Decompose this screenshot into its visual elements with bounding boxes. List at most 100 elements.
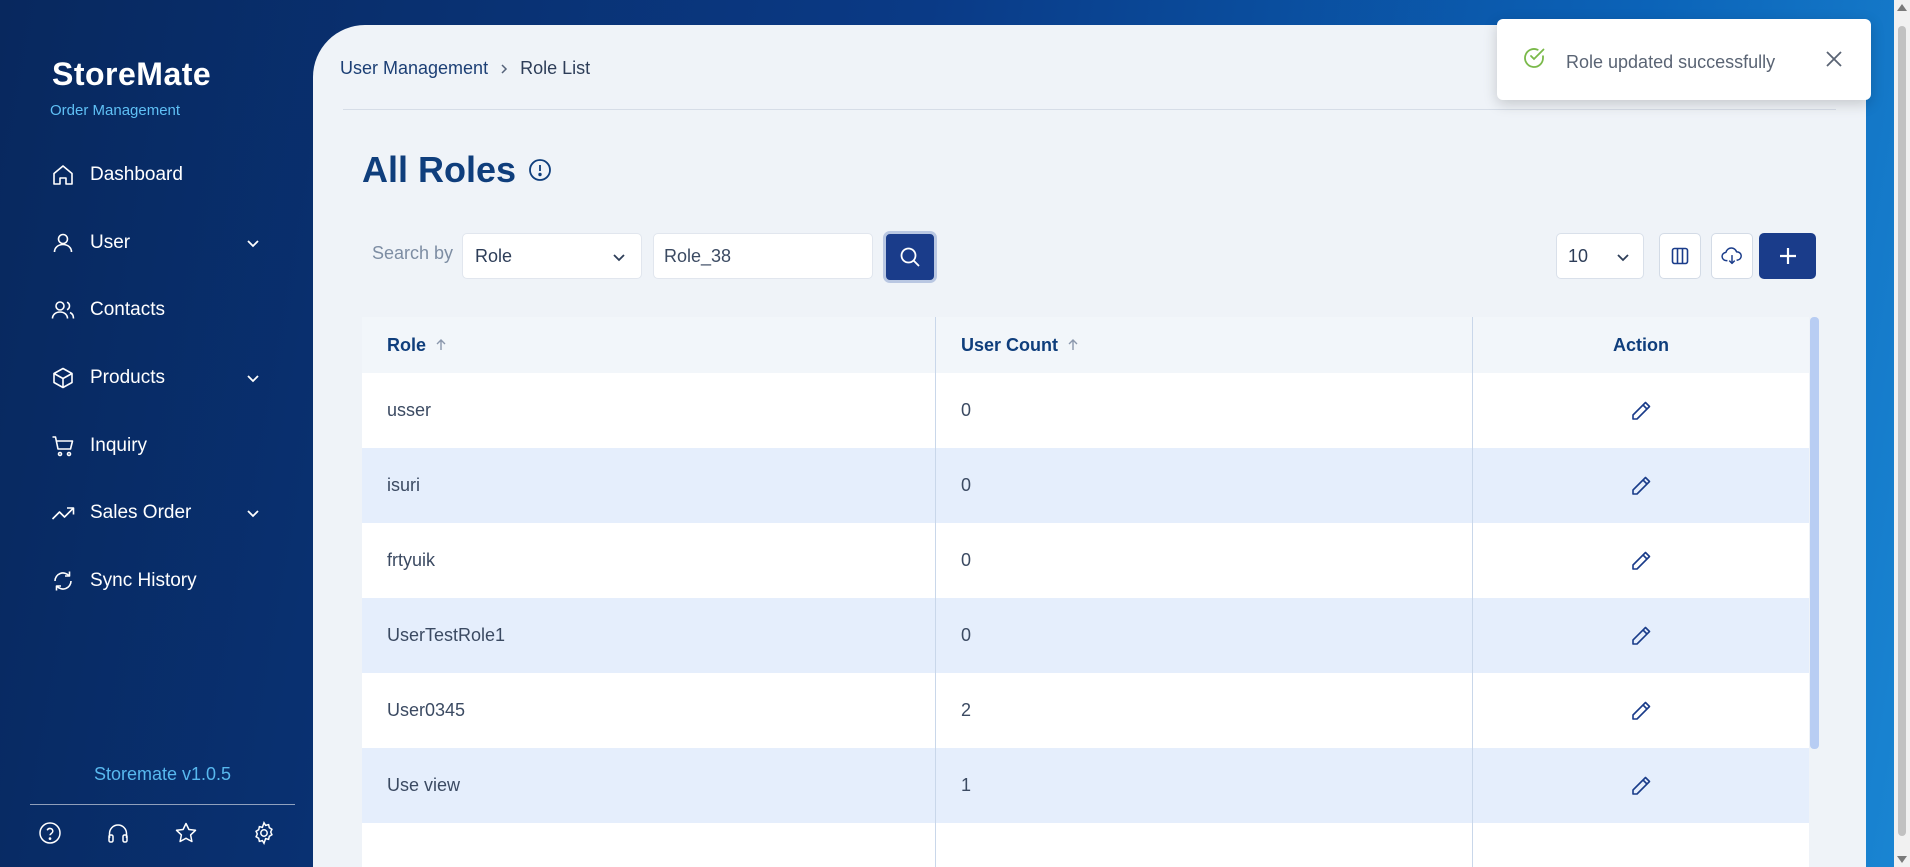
- scroll-down-icon[interactable]: [1897, 856, 1907, 863]
- role-cell: frtyuik: [362, 523, 936, 598]
- sidebar-divider: [30, 804, 295, 805]
- role-cell: Use view: [362, 748, 936, 823]
- role-cell: usser: [362, 373, 936, 448]
- page-title: All Roles: [362, 149, 517, 190]
- role-cell: UserTestRole1: [362, 598, 936, 673]
- scroll-up-icon[interactable]: [1897, 4, 1907, 11]
- user-count-cell: 0: [936, 373, 1473, 448]
- column-header-user-count[interactable]: User Count: [936, 317, 1473, 373]
- table-row: User0345 2: [362, 673, 1809, 748]
- chevron-down-icon: [1617, 254, 1629, 262]
- download-button[interactable]: [1711, 233, 1753, 279]
- column-header-label: Action: [1613, 334, 1669, 355]
- table-row: usser 0: [362, 373, 1809, 448]
- page-scrollbar[interactable]: [1894, 0, 1910, 867]
- cloud-download-icon: [1721, 247, 1742, 265]
- toast-message: Role updated successfully: [1566, 52, 1776, 72]
- column-header-role[interactable]: Role: [362, 317, 936, 373]
- search-input[interactable]: [653, 233, 873, 279]
- table-header: Role User Count Action: [362, 317, 1809, 373]
- sidebar-item-sync-history[interactable]: Sync History: [0, 547, 313, 615]
- table-scrollbar[interactable]: [1810, 317, 1819, 749]
- edit-icon[interactable]: [1625, 545, 1657, 577]
- role-cell: User0345: [362, 673, 936, 748]
- columns-button[interactable]: [1659, 233, 1701, 279]
- chevron-down-icon[interactable]: [245, 505, 261, 521]
- column-header-label: User Count: [961, 334, 1059, 355]
- chevron-down-icon[interactable]: [245, 370, 261, 386]
- action-cell: [1473, 673, 1809, 748]
- sidebar-item-label: User: [90, 231, 131, 253]
- header-divider: [343, 109, 1836, 110]
- page-size-select[interactable]: 10: [1556, 233, 1644, 279]
- search-icon: [900, 247, 920, 267]
- column-header-label: Role: [387, 334, 427, 355]
- sort-arrow-up-icon[interactable]: [434, 338, 448, 352]
- sidebar-item-contacts[interactable]: Contacts: [0, 276, 313, 344]
- action-cell: [1473, 748, 1809, 823]
- scrollbar-thumb[interactable]: [1898, 26, 1906, 836]
- sidebar-nav: Dashboard User Contacts Products Inquiry…: [0, 141, 313, 615]
- star-icon[interactable]: [171, 818, 201, 848]
- plus-icon: [1779, 248, 1796, 264]
- search-field-select[interactable]: Role: [462, 233, 642, 279]
- breadcrumb: User Management Role List: [340, 58, 590, 79]
- chevron-right-icon: [498, 63, 510, 75]
- trending-up-icon: [50, 500, 76, 526]
- search-button[interactable]: [883, 231, 937, 283]
- sidebar-footer: [0, 818, 313, 852]
- sidebar-item-user[interactable]: User: [0, 209, 313, 277]
- user-count-cell: [936, 823, 1473, 867]
- edit-icon[interactable]: [1625, 470, 1657, 502]
- sidebar-item-dashboard[interactable]: Dashboard: [0, 141, 313, 209]
- sidebar-item-label: Sync History: [90, 569, 197, 591]
- headset-icon[interactable]: [103, 818, 133, 848]
- user-count-cell: 1: [936, 748, 1473, 823]
- chevron-down-icon[interactable]: [245, 235, 261, 251]
- column-header-action: Action: [1473, 317, 1809, 373]
- table-row: frtyuik 0: [362, 523, 1809, 598]
- user-count-cell: 2: [936, 673, 1473, 748]
- sort-arrow-up-icon[interactable]: [1066, 338, 1080, 352]
- info-icon[interactable]: [528, 158, 552, 182]
- sidebar-item-label: Products: [90, 366, 165, 388]
- user-icon: [50, 230, 76, 256]
- edit-icon[interactable]: [1625, 620, 1657, 652]
- settings-icon[interactable]: [249, 818, 279, 848]
- action-cell: [1473, 823, 1809, 867]
- user-count-cell: 0: [936, 598, 1473, 673]
- action-cell: [1473, 598, 1809, 673]
- action-cell: [1473, 523, 1809, 598]
- check-circle-icon: [1521, 45, 1547, 76]
- sidebar-item-label: Contacts: [90, 299, 165, 321]
- sidebar-item-products[interactable]: Products: [0, 344, 313, 412]
- user-count-cell: 0: [936, 448, 1473, 523]
- action-cell: [1473, 373, 1809, 448]
- edit-icon[interactable]: [1625, 770, 1657, 802]
- table-body: usser 0 isuri 0 frtyuik 0 UserTestRole1 …: [362, 373, 1809, 867]
- add-role-button[interactable]: [1759, 233, 1816, 279]
- brand-subtitle: Order Management: [50, 102, 181, 119]
- box-icon: [50, 365, 76, 391]
- sidebar-item-inquiry[interactable]: Inquiry: [0, 412, 313, 480]
- home-icon: [50, 162, 76, 188]
- edit-icon[interactable]: [1625, 395, 1657, 427]
- search-field-value: Role: [475, 245, 513, 266]
- sync-icon: [50, 568, 76, 594]
- brand-logo[interactable]: StoreMate: [52, 56, 211, 93]
- app-version: Storemate v1.0.5: [93, 764, 232, 784]
- contacts-icon: [50, 297, 76, 323]
- action-cell: [1473, 448, 1809, 523]
- page-header: All Roles: [362, 149, 552, 191]
- page-size-value: 10: [1568, 245, 1589, 266]
- edit-icon[interactable]: [1625, 695, 1657, 727]
- table-toolbar: Search by Role 10: [362, 229, 1816, 283]
- table-row: UserTestRole1 0: [362, 598, 1809, 673]
- sidebar-item-sales-order[interactable]: Sales Order: [0, 479, 313, 547]
- close-icon[interactable]: [1825, 50, 1843, 68]
- sidebar-item-label: Dashboard: [90, 163, 183, 185]
- help-icon[interactable]: [35, 818, 65, 848]
- breadcrumb-parent-link[interactable]: User Management: [340, 58, 488, 79]
- roles-table: Role User Count Action usser 0 isuri 0 f…: [362, 317, 1819, 867]
- table-row: Use view 1: [362, 748, 1809, 823]
